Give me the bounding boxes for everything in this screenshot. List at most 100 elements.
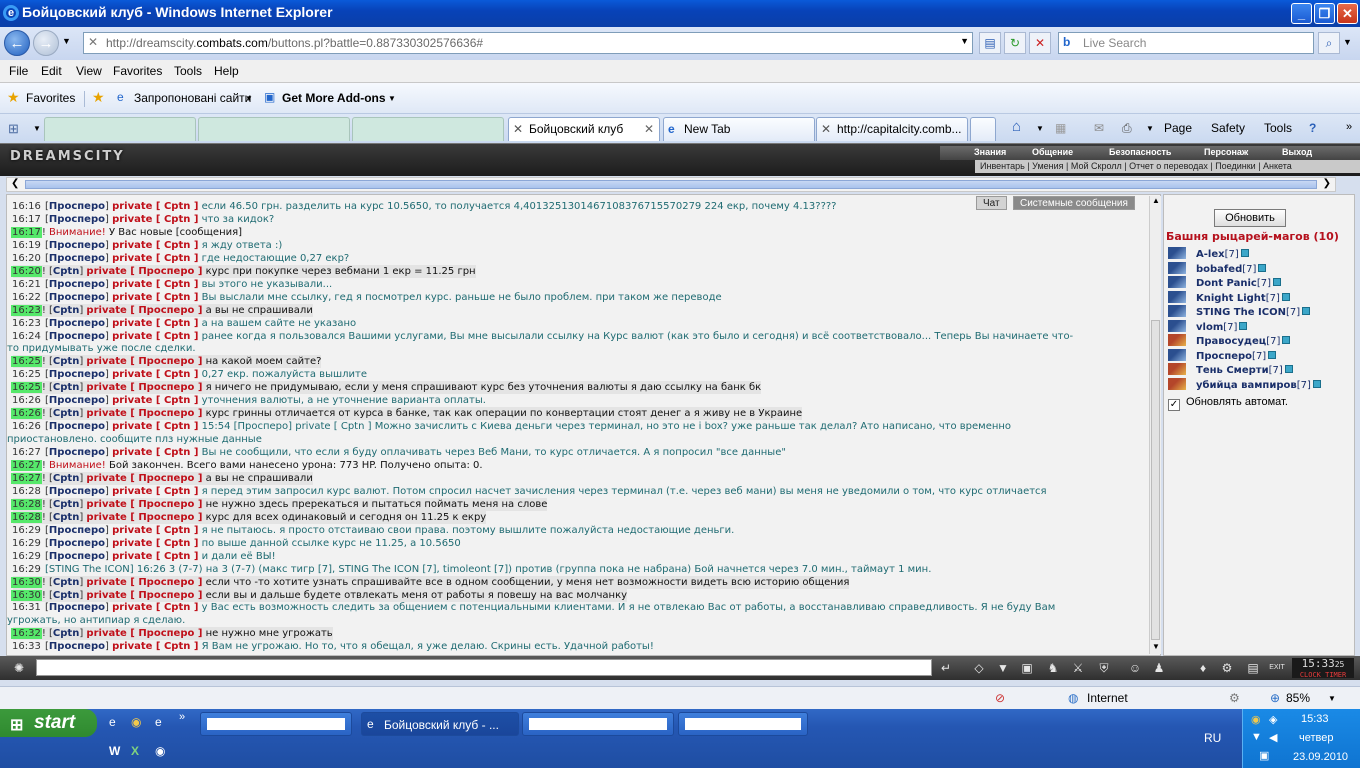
- stop-icon[interactable]: ✕: [1029, 32, 1051, 54]
- favorites-button[interactable]: Favorites: [26, 91, 75, 105]
- sender-name[interactable]: Просперо: [49, 538, 105, 549]
- user-name[interactable]: Knight Light: [1196, 293, 1266, 304]
- window-title-bar[interactable]: e Бойцовский клуб - Windows Internet Exp…: [0, 0, 1360, 27]
- tab-chat[interactable]: Чат: [976, 196, 1007, 210]
- private-message-icon[interactable]: [1168, 348, 1186, 361]
- scroll-thumb[interactable]: [1151, 320, 1160, 640]
- taskbar-item-3[interactable]: [522, 712, 674, 736]
- menu-communication[interactable]: Общение: [1032, 147, 1073, 157]
- save-icon[interactable]: ▣: [1018, 659, 1036, 677]
- taskbar-item-4[interactable]: [678, 712, 808, 736]
- user-list-item[interactable]: STING The ICON[7]: [1168, 305, 1311, 319]
- user-info-icon[interactable]: [1239, 321, 1248, 330]
- user-info-icon[interactable]: [1312, 379, 1321, 388]
- user-list-item[interactable]: A-lex[7]: [1168, 247, 1249, 261]
- user-list-item[interactable]: bobafed[7]: [1168, 261, 1267, 276]
- filter-icon[interactable]: ▼: [994, 659, 1012, 677]
- sender-name[interactable]: Cptn: [53, 499, 79, 510]
- sender-name[interactable]: Cptn: [53, 382, 79, 393]
- chat-log[interactable]: 16:16 [Просперо] private [ Cptn ] если 4…: [6, 194, 1161, 656]
- page-menu[interactable]: Page: [1164, 121, 1192, 135]
- sender-name[interactable]: Просперо: [49, 551, 105, 562]
- get-addons-link[interactable]: Get More Add-ons: [282, 91, 386, 105]
- scroll-down-icon[interactable]: ▼: [1152, 642, 1160, 651]
- private-message-icon[interactable]: [1168, 377, 1186, 390]
- menu-character[interactable]: Персонаж: [1204, 147, 1248, 157]
- sword-icon[interactable]: ⚔: [1069, 659, 1087, 677]
- scroll-right-icon[interactable]: ❯: [1323, 178, 1331, 189]
- tray-volume-icon[interactable]: ◀: [1269, 731, 1277, 744]
- sender-name[interactable]: Просперо: [49, 395, 105, 406]
- sender-name[interactable]: Cptn: [53, 473, 79, 484]
- user-info-icon[interactable]: [1268, 350, 1277, 359]
- minimize-button[interactable]: _: [1291, 3, 1312, 24]
- fighter-icon[interactable]: ♞: [1044, 659, 1062, 677]
- refresh-icon[interactable]: ↻: [1004, 32, 1026, 54]
- sender-name[interactable]: Просперо: [49, 214, 105, 225]
- menu-file[interactable]: File: [9, 64, 28, 78]
- user-list-item[interactable]: Правосудец[7]: [1168, 334, 1291, 348]
- private-message-icon[interactable]: [1168, 334, 1186, 346]
- sender-name[interactable]: Просперо: [49, 641, 105, 652]
- tab-system-messages[interactable]: Системные сообщения: [1013, 196, 1135, 210]
- sender-name[interactable]: Cptn: [53, 356, 79, 367]
- quicklaunch-ie-icon[interactable]: e: [109, 715, 116, 729]
- group-icon[interactable]: ♟: [1150, 659, 1168, 677]
- chevron-down-icon[interactable]: ▼: [1328, 694, 1336, 703]
- feeds-icon[interactable]: ▦: [1055, 121, 1066, 135]
- url-dropdown-icon[interactable]: ▼: [960, 36, 969, 46]
- language-indicator[interactable]: RU: [1204, 731, 1221, 745]
- sender-name[interactable]: Просперо: [49, 447, 105, 458]
- private-message-icon[interactable]: [1168, 319, 1186, 332]
- help-icon[interactable]: ?: [1309, 121, 1316, 135]
- sender-name[interactable]: Просперо: [49, 201, 105, 212]
- quicklaunch-media-icon[interactable]: ◉: [155, 744, 165, 758]
- menu-knowledge[interactable]: Знания: [974, 147, 1006, 157]
- quicklaunch-word-icon[interactable]: W: [109, 744, 120, 758]
- sender-name[interactable]: Просперо: [49, 602, 105, 613]
- user-info-icon[interactable]: [1284, 365, 1293, 373]
- tray-app-icon[interactable]: ▣: [1259, 749, 1269, 762]
- search-input[interactable]: b Live Search: [1058, 32, 1314, 54]
- tab-capitalcity[interactable]: ✕ http://capitalcity.comb...: [816, 117, 968, 141]
- user-info-icon[interactable]: [1281, 292, 1290, 301]
- menu-edit[interactable]: Edit: [41, 64, 62, 78]
- user-name[interactable]: Просперо: [1196, 351, 1252, 362]
- menu-view[interactable]: View: [76, 64, 102, 78]
- sender-name[interactable]: Cptn: [53, 590, 79, 601]
- tab-new-tab[interactable]: e New Tab: [663, 117, 815, 141]
- user-info-icon[interactable]: [1302, 307, 1311, 315]
- sender-name[interactable]: Cptn: [53, 577, 79, 588]
- sender-name[interactable]: Cptn: [53, 305, 79, 316]
- user-info-icon[interactable]: [1273, 278, 1282, 286]
- shield-icon[interactable]: ⛨: [1095, 659, 1113, 677]
- user-name[interactable]: vlom: [1196, 322, 1223, 333]
- sender-name[interactable]: Просперо: [49, 525, 105, 536]
- maximize-button[interactable]: ❐: [1314, 3, 1335, 24]
- user-list-item[interactable]: Knight Light[7]: [1168, 290, 1290, 305]
- user-list-item[interactable]: Dont Panic[7]: [1168, 276, 1282, 290]
- safety-menu[interactable]: Safety: [1211, 121, 1245, 135]
- menu-tools[interactable]: Tools: [174, 64, 202, 78]
- menu-exit[interactable]: Выход: [1282, 147, 1312, 157]
- user-name[interactable]: Dont Panic: [1196, 278, 1257, 289]
- url-input[interactable]: ✕ http://dreamscity.combats.com/buttons.…: [83, 32, 973, 54]
- sender-name[interactable]: Просперо: [49, 253, 105, 264]
- auto-refresh-option[interactable]: ✓ Обновлять автомат.: [1168, 396, 1288, 411]
- sender-name[interactable]: Просперо: [49, 292, 105, 303]
- user-info-icon[interactable]: [1240, 249, 1249, 257]
- user-name[interactable]: Тень Смерти: [1196, 365, 1269, 376]
- game-submenu-links[interactable]: Инвентарь | Умения | Мой Скролл | Отчет …: [980, 161, 1292, 171]
- suggested-sites-link[interactable]: Запропоновані сайти: [134, 91, 251, 105]
- tab-list-icon[interactable]: ▼: [33, 124, 41, 133]
- taskbar-item-fight-club[interactable]: e Бойцовский клуб - ...: [361, 712, 519, 736]
- forward-button[interactable]: →: [33, 30, 59, 56]
- read-mail-icon[interactable]: ✉: [1094, 121, 1104, 135]
- chat-vertical-scrollbar[interactable]: ▲ ▼: [1149, 196, 1161, 654]
- settings-icon[interactable]: ⚙: [1218, 659, 1236, 677]
- sender-name[interactable]: Просперо: [49, 486, 105, 497]
- user-name[interactable]: bobafed: [1196, 264, 1242, 275]
- user-list-item[interactable]: убийца вампиров[7]: [1168, 377, 1321, 392]
- tray-time[interactable]: 15:33: [1301, 713, 1329, 725]
- menu-security[interactable]: Безопасность: [1109, 147, 1171, 157]
